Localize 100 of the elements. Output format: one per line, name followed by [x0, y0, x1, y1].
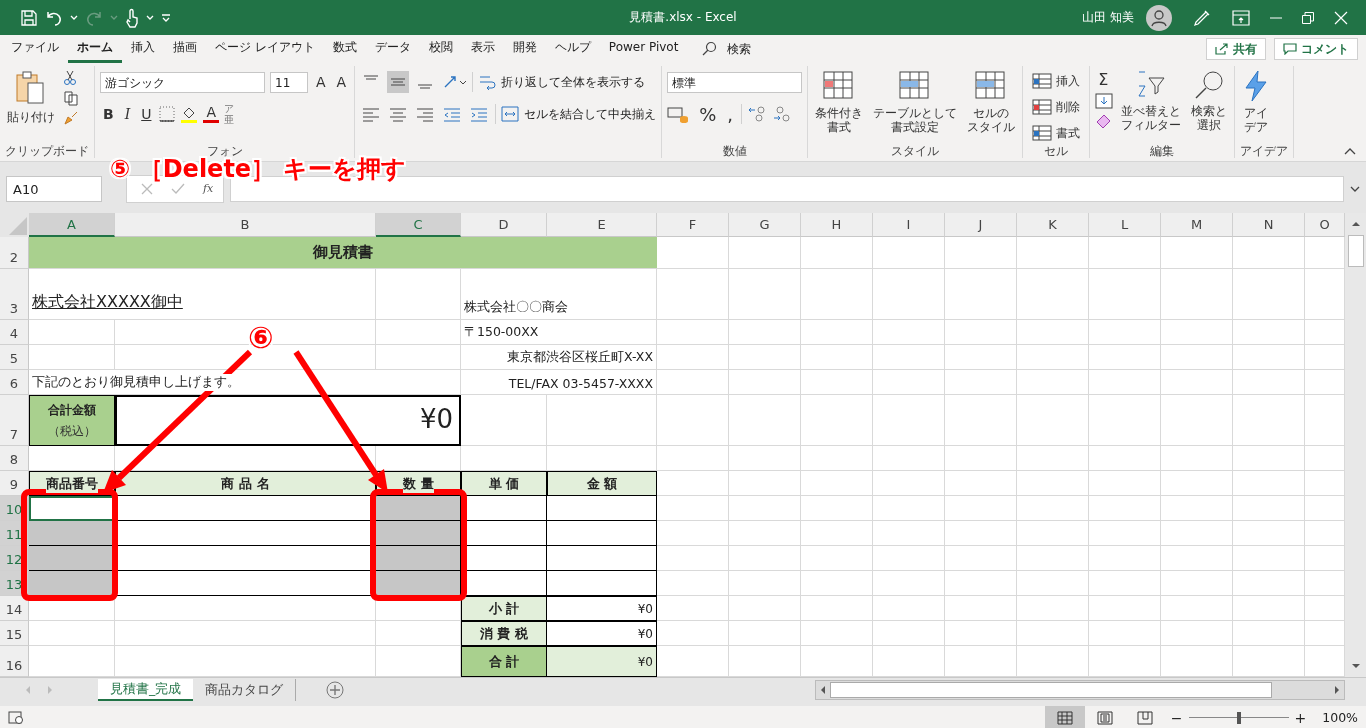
brush-icon[interactable]: [63, 110, 79, 126]
active-cell[interactable]: [29, 496, 115, 521]
grow-font-button[interactable]: A: [313, 74, 329, 90]
merge-icon[interactable]: [501, 106, 520, 122]
fill-icon[interactable]: [1095, 93, 1114, 109]
ribbon-tab[interactable]: データ: [365, 35, 420, 63]
column-header[interactable]: B: [115, 213, 376, 237]
touch-icon[interactable]: [124, 7, 140, 28]
user-name[interactable]: 山田 知美: [1082, 9, 1134, 26]
phonetic-button[interactable]: ア亜: [224, 103, 235, 125]
sort-filter-button[interactable]: 並べ替えと フィルター: [1119, 70, 1184, 132]
search-field[interactable]: 検索: [727, 40, 752, 58]
avatar-icon[interactable]: [1146, 4, 1172, 31]
row-header[interactable]: 2: [0, 237, 29, 269]
column-header[interactable]: I: [873, 213, 945, 237]
column-header[interactable]: E: [547, 213, 657, 237]
selected-cell[interactable]: [29, 521, 115, 546]
selected-cell[interactable]: [376, 571, 461, 596]
row-header[interactable]: 3: [0, 269, 29, 320]
view-button[interactable]: [1044, 706, 1085, 728]
decimal-decrease-icon[interactable]: [772, 104, 792, 124]
ideas-button[interactable]: アイ デア: [1240, 70, 1273, 134]
restore-icon[interactable]: [1302, 11, 1314, 24]
ribbon-tab[interactable]: 校閲: [419, 35, 462, 63]
sheet-tab[interactable]: 商品カタログ: [193, 678, 297, 701]
share-button[interactable]: 共有: [1206, 38, 1266, 60]
wrap-text-icon[interactable]: [478, 73, 497, 91]
ribbon-display-icon[interactable]: [1232, 9, 1250, 26]
ribbon-tab[interactable]: ファイル: [2, 35, 68, 63]
sheet-tab[interactable]: 見積書_完成: [98, 678, 194, 701]
zoom-thumb[interactable]: [1236, 711, 1241, 724]
wrap-text-button[interactable]: 折り返して全体を表示する: [501, 73, 646, 91]
search-icon[interactable]: [701, 41, 718, 57]
macro-record-icon[interactable]: [8, 710, 24, 725]
close-icon[interactable]: [1334, 10, 1348, 25]
row-header[interactable]: 9: [0, 471, 29, 496]
column-header[interactable]: O: [1305, 213, 1345, 237]
selected-cell[interactable]: [376, 496, 461, 521]
minimize-icon[interactable]: [1270, 16, 1282, 19]
shrink-font-button[interactable]: A: [333, 74, 350, 90]
column-header[interactable]: G: [729, 213, 801, 237]
decimal-increase-icon[interactable]: [747, 104, 767, 124]
scissors-icon[interactable]: [63, 70, 77, 86]
ribbon-tab[interactable]: 挿入: [122, 35, 164, 63]
cells-button[interactable]: 挿入: [1028, 70, 1085, 92]
comma-button[interactable]: ,: [724, 103, 736, 125]
font-color-button[interactable]: A: [203, 105, 220, 123]
autosum-button[interactable]: Σ: [1095, 70, 1112, 89]
zoom-in-button[interactable]: +: [1288, 709, 1313, 726]
ribbon-tab[interactable]: 描画: [164, 35, 206, 63]
row-header[interactable]: 16: [0, 646, 29, 677]
add-sheet-icon[interactable]: [326, 680, 345, 699]
percent-button[interactable]: %: [696, 103, 720, 125]
find-select-button[interactable]: 検索と 選択: [1189, 70, 1230, 132]
row-header[interactable]: 15: [0, 621, 29, 646]
row-header[interactable]: 4: [0, 320, 29, 345]
cells-button[interactable]: 書式: [1028, 122, 1085, 144]
font-name-field[interactable]: 游ゴシック: [100, 71, 265, 93]
insert-function-button[interactable]: fx: [203, 182, 214, 195]
fill-color-icon[interactable]: [180, 105, 199, 123]
italic-button[interactable]: I: [121, 106, 134, 122]
row-header[interactable]: 5: [0, 345, 29, 370]
column-header[interactable]: H: [801, 213, 873, 237]
row-header[interactable]: 7: [0, 395, 29, 446]
row-header[interactable]: 8: [0, 446, 29, 471]
font-size-field[interactable]: 11: [270, 71, 308, 93]
merge-button[interactable]: セルを結合して中央揃え: [524, 105, 657, 123]
row-header[interactable]: 14: [0, 596, 29, 621]
selected-cell[interactable]: [29, 571, 115, 596]
paste-button[interactable]: 貼り付け: [5, 70, 57, 124]
selected-cell[interactable]: [29, 546, 115, 571]
column-header[interactable]: A: [29, 213, 115, 237]
style-button[interactable]: 条件付き 書式: [813, 70, 866, 134]
customize-icon[interactable]: [160, 12, 172, 23]
underline-button[interactable]: U: [138, 106, 155, 122]
scroll-thumb[interactable]: [1347, 235, 1364, 267]
scroll-thumb[interactable]: [830, 681, 1272, 698]
ribbon-tab[interactable]: 開発: [503, 35, 546, 63]
expand-icon[interactable]: [1350, 185, 1360, 192]
column-header[interactable]: D: [461, 213, 547, 237]
ribbon-tab[interactable]: Power Pivot: [599, 35, 688, 63]
ribbon-tab[interactable]: ヘルプ: [545, 35, 600, 63]
number-format-field[interactable]: 標準: [667, 71, 803, 93]
zoom-out-button[interactable]: −: [1164, 709, 1189, 726]
column-header[interactable]: J: [945, 213, 1017, 237]
column-header[interactable]: L: [1089, 213, 1161, 237]
column-header[interactable]: K: [1017, 213, 1089, 237]
column-header[interactable]: F: [657, 213, 729, 237]
border-icon[interactable]: [159, 106, 176, 122]
style-button[interactable]: テーブルとして 書式設定: [871, 70, 960, 134]
selected-cell[interactable]: [376, 521, 461, 546]
align-icon[interactable]: [387, 71, 410, 93]
comment-button[interactable]: コメント: [1274, 38, 1358, 60]
save-icon[interactable]: [20, 8, 38, 27]
column-header[interactable]: N: [1233, 213, 1305, 237]
column-header[interactable]: C: [376, 213, 461, 237]
collapse-icon[interactable]: [1344, 147, 1356, 155]
cells-button[interactable]: 削除: [1028, 96, 1085, 118]
copy-icon[interactable]: [63, 90, 79, 106]
ribbon-tab[interactable]: ページ レイアウト: [206, 35, 324, 63]
